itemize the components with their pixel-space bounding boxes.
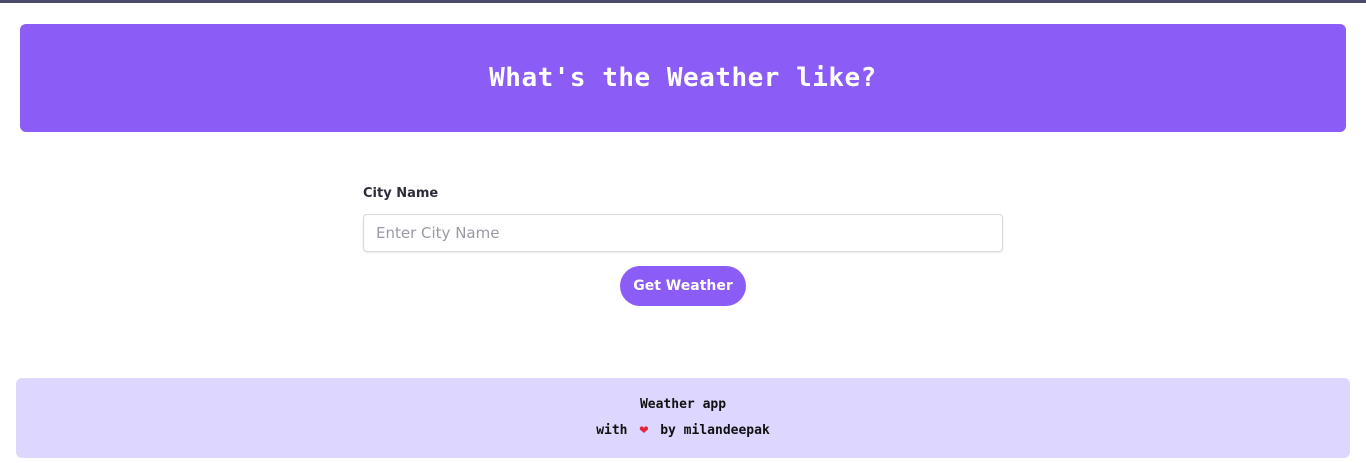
page-title: What's the Weather like? <box>489 63 877 93</box>
page-header: What's the Weather like? <box>20 24 1346 132</box>
button-row: Get Weather <box>0 266 1366 306</box>
footer-with-text: with <box>596 423 628 438</box>
footer-credit: with ❤ by milandeepak <box>596 417 770 443</box>
city-name-label: City Name <box>363 186 439 201</box>
get-weather-button[interactable]: Get Weather <box>620 266 746 306</box>
footer-app-name: Weather app <box>639 397 727 412</box>
heart-icon: ❤ <box>639 420 649 438</box>
footer-author-text: by milandeepak <box>660 423 770 438</box>
window-top-border <box>0 0 1366 3</box>
page-footer: Weather app with ❤ by milandeepak <box>16 378 1350 458</box>
city-form: City Name <box>363 184 1003 252</box>
city-name-input[interactable] <box>363 214 1003 252</box>
